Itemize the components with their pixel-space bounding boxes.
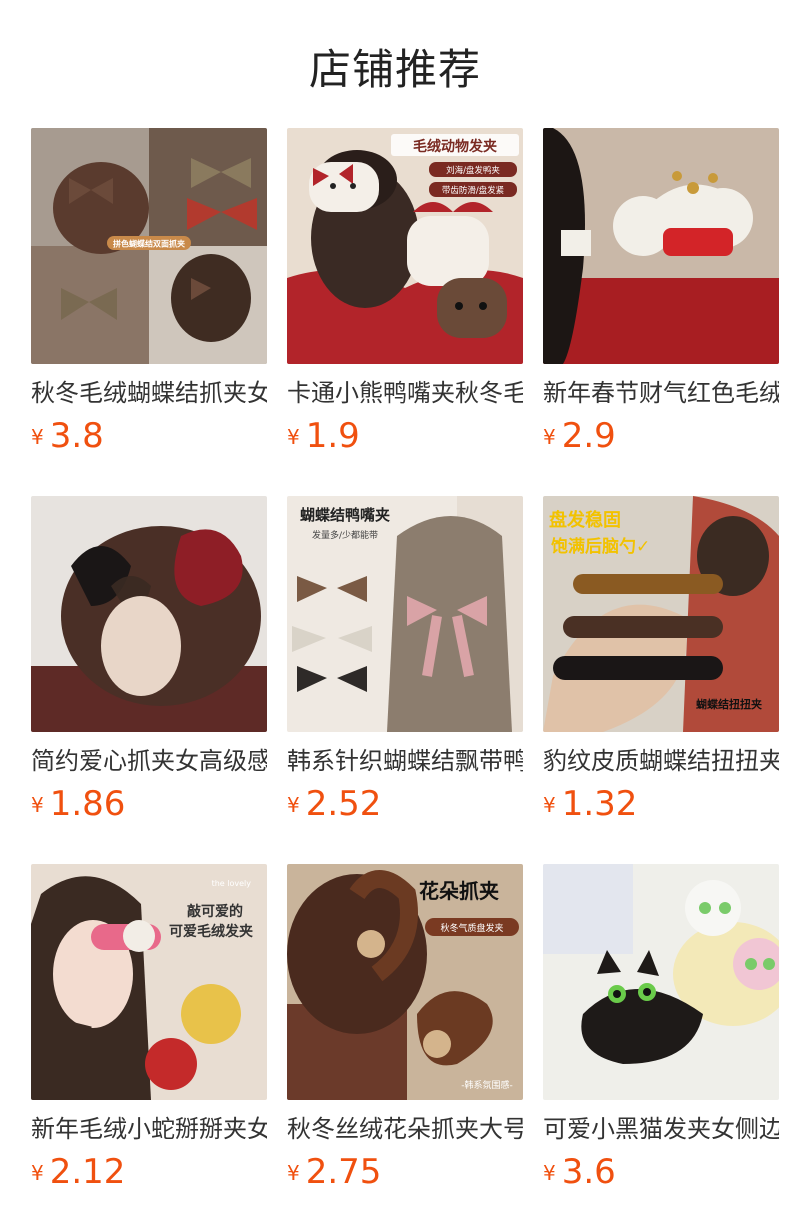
product-image[interactable]	[31, 496, 267, 732]
product-name[interactable]: 秋冬毛绒蝴蝶结抓夹女	[31, 376, 267, 410]
product-price: ¥1.86	[31, 784, 267, 825]
image-caption: 敲可爱的	[187, 903, 243, 920]
product-name[interactable]: 豹纹皮质蝴蝶结扭扭夹	[543, 744, 779, 778]
product-price: ¥3.6	[543, 1152, 779, 1193]
currency-symbol: ¥	[543, 425, 556, 449]
price-value: 2.52	[305, 784, 382, 824]
product-card[interactable]: 花朵抓夹秋冬气质盘发夹 -韩系氛围感- 秋冬丝绒花朵抓夹大号 ¥2.75	[287, 864, 523, 1232]
currency-symbol: ¥	[543, 1161, 556, 1185]
shop-recommend-page: 店铺推荐 拼色蝴蝶结双面抓夹秋冬毛绒蝴蝶结抓夹女 ¥3.8 毛绒动物发夹刘海/盘发鸭…	[0, 0, 790, 1232]
product-card[interactable]: 简约爱心抓夹女高级感 ¥1.86	[31, 496, 267, 864]
image-caption: 盘发稳固	[549, 509, 621, 531]
price-value: 2.75	[305, 1152, 382, 1192]
image-caption: the lovely	[212, 879, 252, 888]
product-name[interactable]: 秋冬丝绒花朵抓夹大号	[287, 1112, 523, 1146]
currency-symbol: ¥	[287, 425, 300, 449]
product-card[interactable]: 可爱小黑猫发夹女侧边 ¥3.6	[543, 864, 779, 1232]
currency-symbol: ¥	[287, 1161, 300, 1185]
currency-symbol: ¥	[31, 793, 44, 817]
image-caption: 发量多/少都能带	[312, 529, 378, 541]
product-name[interactable]: 可爱小黑猫发夹女侧边	[543, 1112, 779, 1146]
image-caption: 刘海/盘发鸭夹	[446, 165, 500, 176]
page-title: 店铺推荐	[308, 45, 481, 94]
product-price: ¥2.52	[287, 784, 523, 825]
product-name[interactable]: 新年春节财气红色毛绒	[543, 376, 779, 410]
product-price: ¥1.32	[543, 784, 779, 825]
product-card[interactable]: 蝴蝶结鸭嘴夹发量多/少都能带韩系针织蝴蝶结飘带鸭嘴夹 ¥2.52	[287, 496, 523, 864]
image-caption: 蝴蝶结鸭嘴夹	[300, 506, 390, 524]
product-image[interactable]: the lovely 敲可爱的可爱毛绒发夹	[31, 864, 267, 1100]
product-name[interactable]: 卡通小熊鸭嘴夹秋冬毛绒	[287, 376, 523, 410]
product-price: ¥3.8	[31, 416, 267, 457]
image-caption: 毛绒动物发夹	[413, 138, 497, 155]
product-name[interactable]: 韩系针织蝴蝶结飘带鸭嘴夹	[287, 744, 523, 778]
price-value: 2.12	[49, 1152, 126, 1192]
product-name[interactable]: 简约爱心抓夹女高级感	[31, 744, 267, 778]
product-grid: 拼色蝴蝶结双面抓夹秋冬毛绒蝴蝶结抓夹女 ¥3.8 毛绒动物发夹刘海/盘发鸭夹 带齿防滑…	[31, 128, 779, 1232]
image-caption: 饱满后脑勺✓	[551, 536, 650, 557]
image-caption: 可爱毛绒发夹	[169, 923, 253, 940]
product-card[interactable]: 毛绒动物发夹刘海/盘发鸭夹带齿防滑/盘发紧卡通小熊鸭嘴夹秋冬毛绒 ¥1.9	[287, 128, 523, 496]
image-caption: 拼色蝴蝶结双面抓夹	[113, 239, 185, 249]
product-card[interactable]: 新年春节财气红色毛绒 ¥2.9	[543, 128, 779, 496]
currency-symbol: ¥	[287, 793, 300, 817]
product-image[interactable]: 毛绒动物发夹刘海/盘发鸭夹 带齿防滑/盘发紧	[287, 128, 523, 364]
product-name[interactable]: 新年毛绒小蛇掰掰夹女	[31, 1112, 267, 1146]
image-caption: 花朵抓夹	[419, 879, 499, 903]
product-price: ¥2.12	[31, 1152, 267, 1193]
price-value: 3.8	[49, 416, 104, 456]
image-caption: 带齿防滑/盘发紧	[442, 185, 504, 196]
image-caption: -韩系氛围感-	[461, 1079, 513, 1091]
currency-symbol: ¥	[31, 1161, 44, 1185]
product-card[interactable]: 拼色蝴蝶结双面抓夹秋冬毛绒蝴蝶结抓夹女 ¥3.8	[31, 128, 267, 496]
product-price: ¥2.75	[287, 1152, 523, 1193]
product-card[interactable]: 盘发稳固饱满后脑勺✓ 蝴蝶结扭扭夹豹纹皮质蝴蝶结扭扭夹 ¥1.32	[543, 496, 779, 864]
product-image[interactable]: 蝴蝶结鸭嘴夹发量多/少都能带	[287, 496, 523, 732]
product-price: ¥2.9	[543, 416, 779, 457]
currency-symbol: ¥	[543, 793, 556, 817]
price-value: 1.9	[305, 416, 360, 456]
price-value: 3.6	[561, 1152, 616, 1192]
product-image[interactable]	[543, 128, 779, 364]
price-value: 2.9	[561, 416, 616, 456]
currency-symbol: ¥	[31, 425, 44, 449]
product-card[interactable]: the lovely 敲可爱的可爱毛绒发夹新年毛绒小蛇掰掰夹女 ¥2.12	[31, 864, 267, 1232]
product-image[interactable]: 花朵抓夹秋冬气质盘发夹 -韩系氛围感-	[287, 864, 523, 1100]
image-caption: 秋冬气质盘发夹	[440, 922, 503, 934]
image-caption: 蝴蝶结扭扭夹	[696, 697, 762, 711]
price-value: 1.86	[49, 784, 126, 824]
product-image[interactable]: 盘发稳固饱满后脑勺✓ 蝴蝶结扭扭夹	[543, 496, 779, 732]
price-value: 1.32	[561, 784, 638, 824]
product-image[interactable]	[543, 864, 779, 1100]
product-image[interactable]: 拼色蝴蝶结双面抓夹	[31, 128, 267, 364]
product-price: ¥1.9	[287, 416, 523, 457]
